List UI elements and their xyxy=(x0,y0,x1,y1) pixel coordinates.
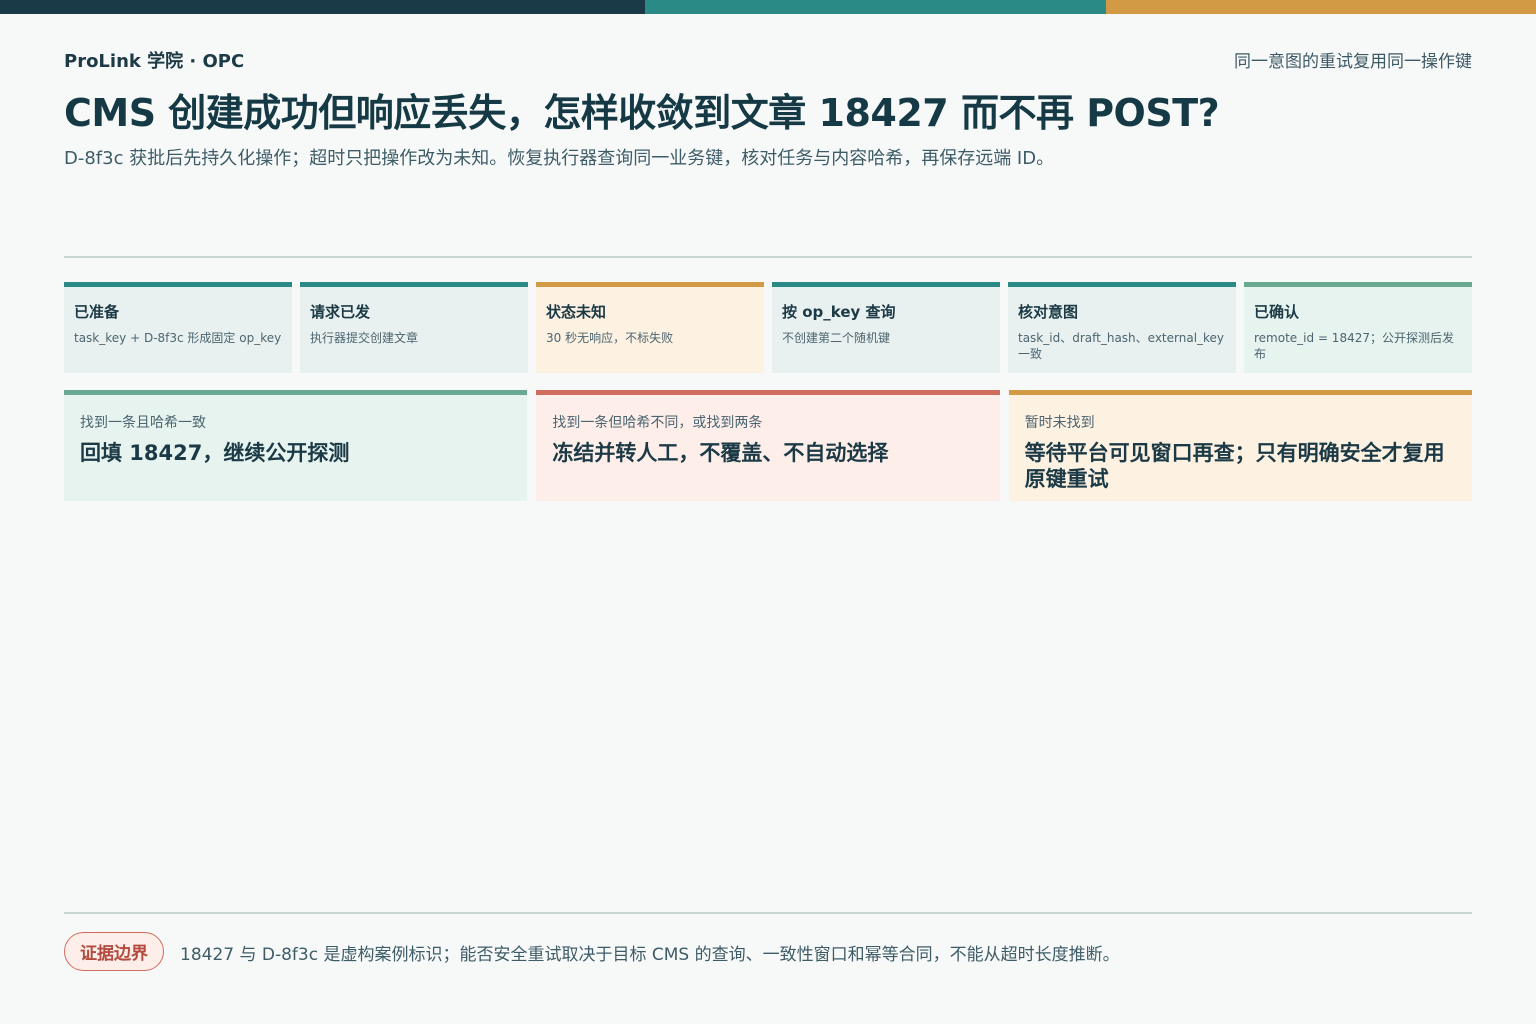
brand-label: ProLink 学院 · OPC xyxy=(64,51,245,72)
step-confirmed: 已确认 remote_id = 18427；公开探测后发布 xyxy=(1244,282,1472,373)
step-prepared: 已准备 task_key + D-8f3c 形成固定 op_key xyxy=(64,282,292,373)
step-desc: 30 秒无响应，不标失败 xyxy=(546,331,674,345)
divider-bottom xyxy=(64,912,1472,914)
step-desc: task_id、draft_hash、external_key 一致 xyxy=(1018,331,1225,361)
page-title: CMS 创建成功但响应丢失，怎样收敛到文章 18427 而不再 POST? xyxy=(64,91,1220,135)
step-desc: 执行器提交创建文章 xyxy=(310,331,419,345)
step-verify-intent: 核对意图 task_id、draft_hash、external_key 一致 xyxy=(1008,282,1236,373)
outcome-branches: 找到一条且哈希一致 回填 18427，继续公开探测 找到一条但哈希不同，或找到两… xyxy=(64,390,1472,501)
page-subtitle: D-8f3c 获批后先持久化操作；超时只把操作改为未知。恢复执行器查询同一业务键… xyxy=(64,148,1055,169)
step-desc: task_key + D-8f3c 形成固定 op_key xyxy=(74,331,282,345)
outcome-condition: 暂时未找到 xyxy=(1024,415,1095,431)
step-unknown: 状态未知 30 秒无响应，不标失败 xyxy=(536,282,764,373)
step-desc: remote_id = 18427；公开探测后发布 xyxy=(1254,331,1454,361)
outcome-not-found: 暂时未找到 等待平台可见窗口再查；只有明确安全才复用原键重试 xyxy=(1008,390,1472,501)
step-title: 已准备 xyxy=(74,303,120,321)
step-title: 按 op_key 查询 xyxy=(782,303,896,321)
outcome-match: 找到一条且哈希一致 回填 18427，继续公开探测 xyxy=(64,390,528,501)
step-title: 状态未知 xyxy=(546,303,607,321)
top-bar-segment-amber xyxy=(1106,0,1536,14)
outcome-action: 等待平台可见窗口再查；只有明确安全才复用原键重试 xyxy=(1024,441,1445,491)
outcome-action: 冻结并转人工，不覆盖、不自动选择 xyxy=(552,441,889,465)
top-bar-segment-navy xyxy=(0,0,645,14)
top-note: 同一意图的重试复用同一操作键 xyxy=(1234,52,1472,72)
step-title: 核对意图 xyxy=(1018,303,1079,321)
outcome-condition: 找到一条但哈希不同，或找到两条 xyxy=(552,415,763,431)
step-request-sent: 请求已发 执行器提交创建文章 xyxy=(300,282,528,373)
outcome-action: 回填 18427，继续公开探测 xyxy=(80,441,350,465)
outcome-condition: 找到一条且哈希一致 xyxy=(80,415,206,431)
step-desc: 不创建第二个随机键 xyxy=(782,331,891,345)
top-color-bar xyxy=(0,0,1536,14)
divider-top xyxy=(64,256,1472,258)
step-query-by-op-key: 按 op_key 查询 不创建第二个随机键 xyxy=(772,282,1000,373)
step-title: 请求已发 xyxy=(310,303,371,321)
state-flow: 已准备 task_key + D-8f3c 形成固定 op_key 请求已发 执… xyxy=(64,282,1472,373)
footer-note: 18427 与 D-8f3c 是虚构案例标识；能否安全重试取决于目标 CMS 的… xyxy=(180,945,1120,965)
outcome-conflict: 找到一条但哈希不同，或找到两条 冻结并转人工，不覆盖、不自动选择 xyxy=(536,390,1000,501)
top-bar-segment-teal xyxy=(645,0,1106,14)
step-title: 已确认 xyxy=(1254,303,1300,321)
evidence-boundary-badge: 证据边界 xyxy=(64,932,164,971)
